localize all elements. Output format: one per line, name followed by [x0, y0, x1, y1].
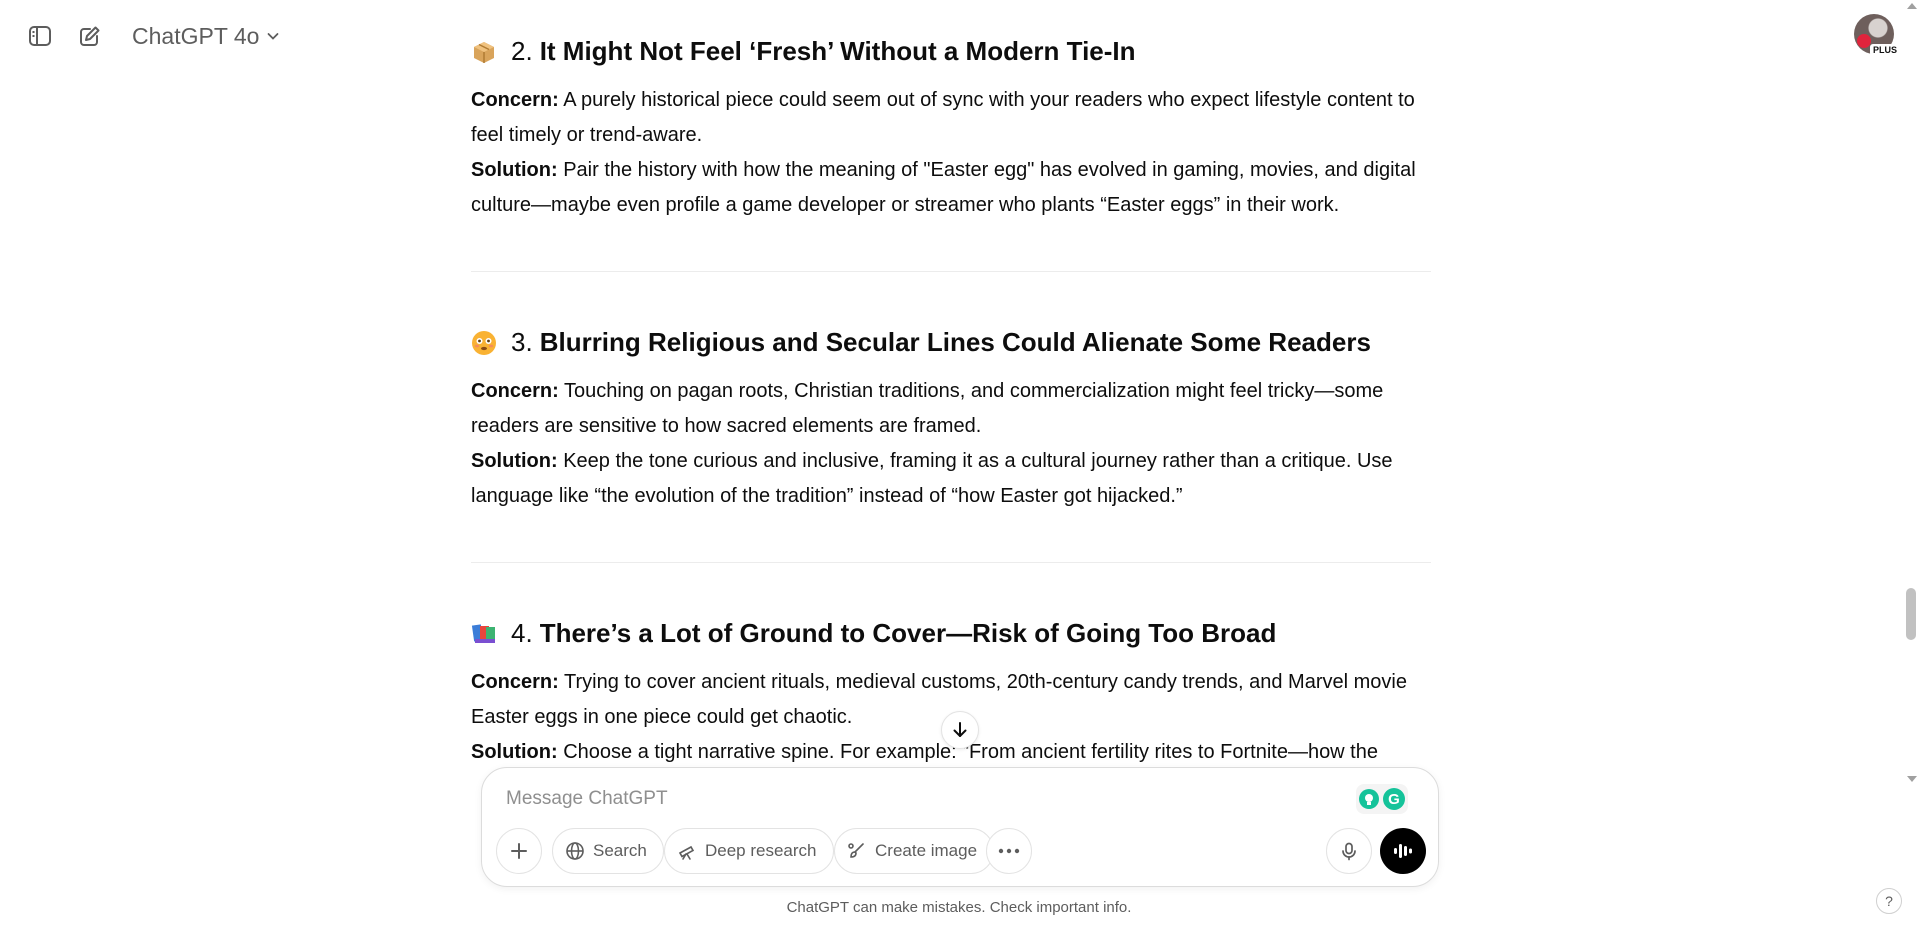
scroll-up-arrow-icon[interactable] — [1907, 3, 1917, 9]
telescope-icon — [678, 845, 695, 860]
scrollbar-thumb[interactable] — [1906, 588, 1916, 640]
solution-text: Pair the history with how the meaning of… — [471, 159, 1416, 216]
section-heading: 3. Blurring Religious and Secular Lines … — [471, 327, 1371, 358]
concern-paragraph: Concern: Touching on pagan roots, Christ… — [471, 374, 1431, 444]
arrow-down-icon — [953, 722, 967, 737]
globe-icon — [566, 842, 584, 860]
concern-label: Concern: — [471, 380, 559, 402]
help-button[interactable]: ? — [1876, 888, 1902, 914]
flushed-face-icon — [471, 330, 497, 356]
grammarly-widget[interactable]: G — [1356, 784, 1408, 814]
solution-text: Choose a tight narrative spine. For exam… — [563, 741, 1378, 763]
message-input[interactable] — [506, 784, 1306, 814]
solution-label: Solution: — [471, 159, 558, 181]
brush-icon — [848, 843, 864, 858]
concern-text: A purely historical piece could seem out… — [471, 89, 1415, 146]
section-divider — [471, 271, 1431, 272]
model-selector[interactable]: ChatGPT 4o — [128, 18, 285, 54]
solution-paragraph: Solution: Keep the tone curious and incl… — [471, 444, 1431, 514]
section-number: 4. — [511, 618, 533, 648]
more-tools-button[interactable] — [986, 828, 1032, 874]
create-image-label: Create image — [875, 841, 978, 860]
concern-paragraph: Concern: A purely historical piece could… — [471, 83, 1431, 153]
section-heading: 4. There’s a Lot of Ground to Cover—Risk… — [471, 618, 1276, 649]
new-chat-icon[interactable] — [72, 18, 108, 54]
section-title: Blurring Religious and Secular Lines Cou… — [539, 327, 1371, 357]
concern-label: Concern: — [471, 89, 559, 111]
search-button[interactable]: Search — [552, 828, 664, 874]
dictate-button[interactable] — [1326, 828, 1372, 874]
plus-icon — [511, 843, 527, 859]
solution-text: Keep the tone curious and inclusive, fra… — [471, 450, 1393, 507]
solution-paragraph: Solution: Pair the history with how the … — [471, 153, 1431, 223]
scroll-down-arrow-icon[interactable] — [1907, 776, 1917, 782]
solution-label: Solution: — [471, 741, 558, 763]
section-title: There’s a Lot of Ground to Cover—Risk of… — [539, 618, 1277, 648]
deep-research-label: Deep research — [705, 841, 817, 860]
concern-text: Trying to cover ancient rituals, medieva… — [471, 671, 1407, 728]
chevron-down-icon — [268, 33, 279, 40]
add-attachment-button[interactable] — [496, 828, 542, 874]
grammarly-icon: G — [1383, 788, 1405, 810]
microphone-icon — [1342, 842, 1356, 861]
package-icon — [471, 39, 497, 65]
section-number: 2. — [511, 36, 533, 66]
books-icon — [471, 621, 497, 647]
lightbulb-icon — [1359, 789, 1379, 809]
scroll-to-bottom-button[interactable] — [941, 711, 979, 749]
plan-badge: PLUS — [1870, 44, 1901, 56]
message-composer: G Search Deep research Create image — [481, 767, 1439, 887]
scrollbar[interactable] — [1905, 0, 1918, 927]
model-label: ChatGPT 4o — [132, 22, 260, 49]
conversation-content: 2. It Might Not Feel ‘Fresh’ Without a M… — [471, 0, 1431, 770]
solution-label: Solution: — [471, 450, 558, 472]
section-divider — [471, 562, 1431, 563]
voice-mode-button[interactable] — [1380, 828, 1426, 874]
search-label: Search — [593, 841, 647, 860]
waveform-icon — [1394, 844, 1412, 858]
notification-dot — [1857, 34, 1871, 48]
more-icon — [998, 848, 1020, 854]
create-image-button[interactable]: Create image — [834, 828, 995, 874]
concern-text: Touching on pagan roots, Christian tradi… — [471, 380, 1384, 437]
section-heading: 2. It Might Not Feel ‘Fresh’ Without a M… — [471, 36, 1136, 67]
section-number: 3. — [511, 327, 533, 357]
concern-label: Concern: — [471, 671, 559, 693]
sidebar-toggle-icon[interactable] — [22, 18, 58, 54]
disclaimer-text: ChatGPT can make mistakes. Check importa… — [786, 899, 1132, 916]
deep-research-button[interactable]: Deep research — [664, 828, 834, 874]
section-title: It Might Not Feel ‘Fresh’ Without a Mode… — [539, 36, 1136, 66]
